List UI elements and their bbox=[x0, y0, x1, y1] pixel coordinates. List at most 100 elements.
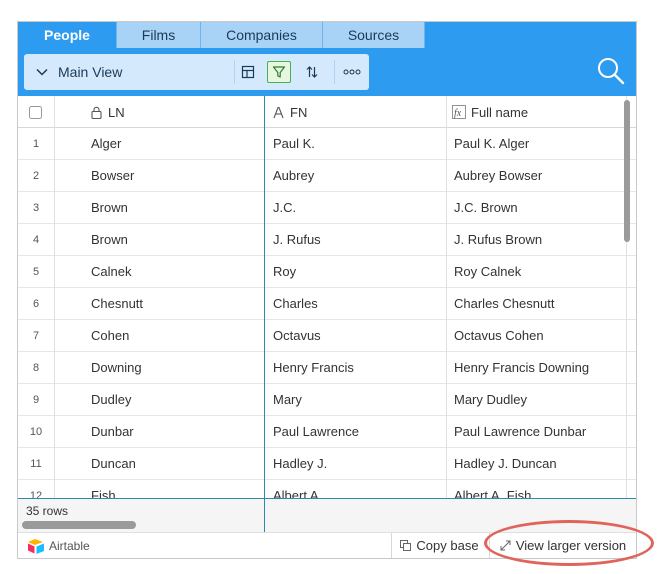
lock-icon bbox=[91, 106, 102, 119]
grid-icon[interactable] bbox=[236, 61, 260, 83]
table-row[interactable]: 2 Bowser Aubrey Aubrey Bowser bbox=[18, 160, 636, 192]
column-divider bbox=[54, 96, 55, 498]
cell-full-name[interactable]: Henry Francis Downing bbox=[454, 352, 624, 384]
cell-full-name[interactable]: J. Rufus Brown bbox=[454, 224, 624, 256]
cell-full-name[interactable]: Mary Dudley bbox=[454, 384, 624, 416]
row-number: 3 bbox=[32, 202, 40, 214]
horizontal-scrollbar[interactable] bbox=[22, 521, 136, 529]
divider bbox=[334, 60, 335, 84]
tab-people[interactable]: People bbox=[18, 22, 117, 48]
cell-fn[interactable]: Hadley J. bbox=[273, 448, 443, 480]
airtable-logo[interactable]: Airtable bbox=[27, 538, 90, 554]
filter-icon[interactable] bbox=[267, 61, 291, 83]
cell-full-name[interactable]: Charles Chesnutt bbox=[454, 288, 624, 320]
row-number: 7 bbox=[32, 330, 40, 342]
column-header-full-name[interactable]: fx Full name bbox=[452, 96, 528, 128]
cell-ln[interactable]: Chesnutt bbox=[91, 288, 261, 320]
frozen-column-divider bbox=[264, 96, 265, 498]
cell-ln[interactable]: Dudley bbox=[91, 384, 261, 416]
cell-fn[interactable]: Albert A. bbox=[273, 480, 443, 498]
cell-ln[interactable]: Bowser bbox=[91, 160, 261, 192]
cell-fn[interactable]: Paul Lawrence bbox=[273, 416, 443, 448]
sort-icon[interactable] bbox=[300, 61, 324, 83]
cell-full-name[interactable]: Octavus Cohen bbox=[454, 320, 624, 352]
cell-fn[interactable]: Paul K. bbox=[273, 128, 443, 160]
cell-full-name[interactable]: Roy Calnek bbox=[454, 256, 624, 288]
cell-fn[interactable]: J.C. bbox=[273, 192, 443, 224]
cell-full-name[interactable]: Albert A. Fish bbox=[454, 480, 624, 498]
cell-fn[interactable]: Henry Francis bbox=[273, 352, 443, 384]
table-row[interactable]: 10 Dunbar Paul Lawrence Paul Lawrence Dunba… bbox=[18, 416, 636, 448]
view-larger-label: View larger version bbox=[515, 538, 627, 553]
cell-fn[interactable]: Charles bbox=[273, 288, 443, 320]
table-row[interactable]: 8 Downing Henry Francis Henry Francis Downi… bbox=[18, 352, 636, 384]
search-icon[interactable] bbox=[596, 56, 626, 86]
grid-header: LN FN fx Full name bbox=[18, 96, 636, 128]
select-all-checkbox[interactable] bbox=[29, 96, 42, 128]
frozen-column-divider bbox=[264, 499, 265, 533]
row-number: 11 bbox=[30, 458, 42, 470]
table-tabs: People Films Companies Sources bbox=[18, 22, 636, 48]
table-row[interactable]: 3 Brown J.C. J.C. Brown bbox=[18, 192, 636, 224]
cell-fn[interactable]: Mary bbox=[273, 384, 443, 416]
cell-fn[interactable]: Octavus bbox=[273, 320, 443, 352]
table-row[interactable]: 5 Calnek Roy Roy Calnek bbox=[18, 256, 636, 288]
view-larger-button[interactable]: View larger version bbox=[489, 533, 636, 558]
row-number: 8 bbox=[32, 362, 40, 374]
tab-sources[interactable]: Sources bbox=[323, 22, 425, 48]
cell-full-name[interactable]: J.C. Brown bbox=[454, 192, 624, 224]
cell-fn[interactable]: Roy bbox=[273, 256, 443, 288]
formula-icon: fx bbox=[452, 105, 466, 119]
row-number: 10 bbox=[29, 426, 43, 438]
cell-ln[interactable]: Brown bbox=[91, 224, 261, 256]
text-field-icon bbox=[273, 106, 285, 119]
table-row[interactable]: 11 Duncan Hadley J. Hadley J. Duncan bbox=[18, 448, 636, 480]
cell-fn[interactable]: Aubrey bbox=[273, 160, 443, 192]
cell-full-name[interactable]: Paul Lawrence Dunbar bbox=[454, 416, 624, 448]
column-header-ln[interactable]: LN bbox=[91, 96, 125, 128]
cell-ln[interactable]: Brown bbox=[91, 192, 261, 224]
cell-ln[interactable]: Fish bbox=[91, 480, 261, 498]
row-number: 4 bbox=[32, 234, 40, 246]
cell-ln[interactable]: Downing bbox=[91, 352, 261, 384]
cell-ln[interactable]: Duncan bbox=[91, 448, 261, 480]
column-divider bbox=[446, 96, 447, 498]
view-controls: Main View bbox=[24, 54, 369, 90]
table-row[interactable]: 7 Cohen Octavus Octavus Cohen bbox=[18, 320, 636, 352]
copy-base-button[interactable]: Copy base bbox=[391, 533, 487, 558]
tab-films[interactable]: Films bbox=[117, 22, 201, 48]
cell-full-name[interactable]: Aubrey Bowser bbox=[454, 160, 624, 192]
row-number: 12 bbox=[29, 490, 43, 498]
vertical-scrollbar[interactable] bbox=[624, 100, 630, 242]
more-icon[interactable] bbox=[340, 61, 364, 83]
table-row[interactable]: 1 Alger Paul K. Paul K. Alger bbox=[18, 128, 636, 160]
column-label: LN bbox=[108, 104, 125, 120]
airtable-embed: People Films Companies Sources Main View bbox=[17, 21, 637, 559]
tab-companies[interactable]: Companies bbox=[201, 22, 323, 48]
table-row[interactable]: 9 Dudley Mary Mary Dudley bbox=[18, 384, 636, 416]
cell-ln[interactable]: Cohen bbox=[91, 320, 261, 352]
airtable-logo-icon bbox=[28, 539, 44, 554]
table-row[interactable]: 6 Chesnutt Charles Charles Chesnutt bbox=[18, 288, 636, 320]
cell-ln[interactable]: Dunbar bbox=[91, 416, 261, 448]
records-grid: LN FN fx Full name 1 Alger Paul K. Paul K. … bbox=[18, 96, 636, 498]
cell-full-name[interactable]: Hadley J. Duncan bbox=[454, 448, 624, 480]
chevron-down-icon bbox=[34, 64, 50, 80]
copy-base-label: Copy base bbox=[416, 538, 479, 553]
cell-ln[interactable]: Alger bbox=[91, 128, 261, 160]
column-header-fn[interactable]: FN bbox=[273, 96, 307, 128]
row-count: 35 rows bbox=[26, 504, 69, 518]
cell-ln[interactable]: Calnek bbox=[91, 256, 261, 288]
column-label: Full name bbox=[471, 104, 529, 120]
table-row[interactable]: 4 Brown J. Rufus J. Rufus Brown bbox=[18, 224, 636, 256]
copy-icon bbox=[400, 540, 412, 551]
cell-fn[interactable]: J. Rufus bbox=[273, 224, 443, 256]
brand-label: Airtable bbox=[49, 539, 90, 553]
row-number: 2 bbox=[32, 170, 40, 182]
summary-bar: 35 rows bbox=[18, 498, 636, 533]
table-row[interactable]: 12 Fish Albert A. Albert A. Fish bbox=[18, 480, 636, 498]
column-label: FN bbox=[290, 104, 308, 120]
view-switcher[interactable]: Main View bbox=[24, 54, 234, 90]
row-number: 1 bbox=[32, 138, 40, 150]
cell-full-name[interactable]: Paul K. Alger bbox=[454, 128, 624, 160]
